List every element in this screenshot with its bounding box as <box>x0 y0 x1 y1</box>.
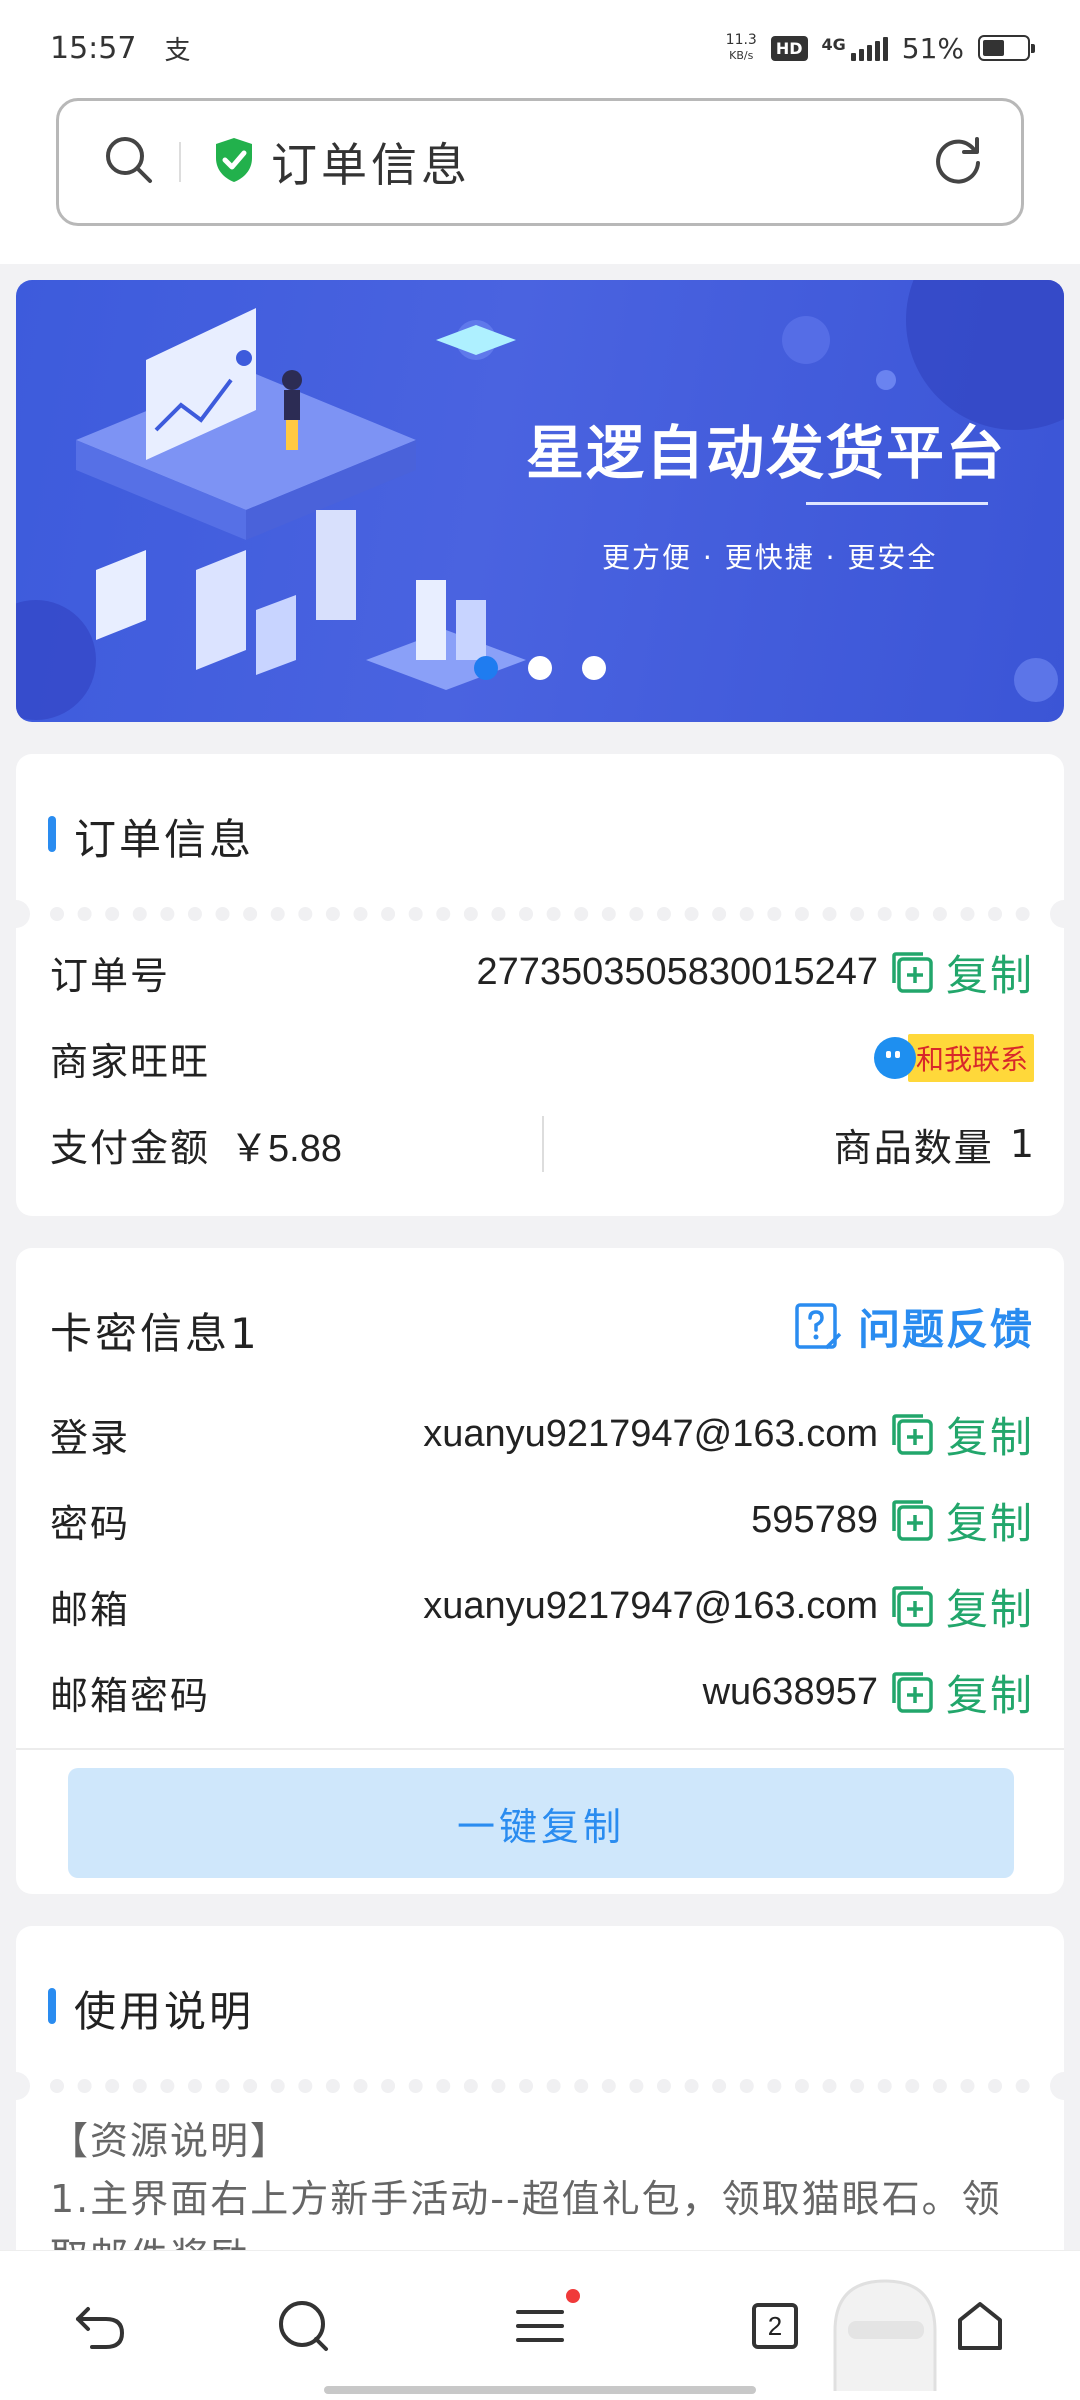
ticket-notch-left <box>2 900 30 928</box>
back-button[interactable] <box>50 2251 150 2400</box>
usage-line: 1.主界面右上方新手活动--超值礼包，领取猫眼石。领 <box>50 2177 1002 2221</box>
card-secret-card: 卡密信息1 问题反馈 登录 xuanyu9217947@163.com 复制 密… <box>16 1248 1064 1894</box>
carousel-dot-3[interactable] <box>582 656 606 680</box>
promo-banner[interactable]: 星逻自动发货平台 更方便 · 更快捷 · 更安全 <box>16 280 1064 722</box>
signal-icon: 4G <box>822 35 888 61</box>
copy-login-button[interactable]: 复制 <box>890 1404 1034 1465</box>
battery-percent: 51% <box>901 31 964 65</box>
dotted-divider <box>50 907 1030 921</box>
ticket-notch-right <box>1050 2072 1078 2100</box>
password-row: 密码 595789 复制 <box>50 1490 1034 1550</box>
contact-label: 和我联系 <box>907 1034 1034 1082</box>
card-secret-title: 卡密信息1 <box>50 1309 260 1358</box>
menu-button[interactable] <box>490 2251 590 2400</box>
email-password-value: wu638957 <box>702 1670 878 1713</box>
copy-icon <box>892 1672 933 1713</box>
hd-icon: HD <box>770 35 808 61</box>
pay-value: ￥5.88 <box>230 1127 342 1170</box>
password-label: 密码 <box>50 1501 131 1546</box>
order-number-row: 订单号 2773503505830015247 复制 <box>50 942 1034 1002</box>
copy-password-button[interactable]: 复制 <box>890 1490 1034 1551</box>
tabs-icon: 2 <box>752 2303 798 2349</box>
banner-subtitle: 更方便 · 更快捷 · 更安全 <box>602 541 938 574</box>
usage-line: 【资源说明】 <box>50 2119 291 2163</box>
ticket-notch-right <box>1050 900 1078 928</box>
copy-icon <box>892 1586 933 1627</box>
copy-icon <box>892 1500 933 1541</box>
merchant-label: 商家旺旺 <box>50 1039 211 1084</box>
home-button[interactable] <box>930 2251 1030 2400</box>
carousel-dot-1[interactable] <box>474 656 498 680</box>
password-value: 595789 <box>751 1498 878 1541</box>
url-bar-area: 订单信息 <box>0 96 1080 264</box>
menu-badge-dot <box>566 2289 580 2303</box>
order-number-value: 2773503505830015247 <box>476 950 878 993</box>
usage-card: 使用说明 【资源说明】 1.主界面右上方新手活动--超值礼包，领取猫眼石。领 取… <box>2 1926 1078 2279</box>
order-info-title: 订单信息 <box>74 815 255 864</box>
merchant-row: 商家旺旺 和我联系 <box>50 1028 1034 1088</box>
section-accent-bar <box>48 1988 56 2024</box>
back-icon <box>76 2307 125 2349</box>
search-icon[interactable] <box>103 134 155 190</box>
copy-email-button[interactable]: 复制 <box>890 1576 1034 1637</box>
section-accent-bar <box>48 816 56 852</box>
contact-merchant-button[interactable]: 和我联系 <box>873 1034 1034 1082</box>
carousel-dot-2[interactable] <box>528 656 552 680</box>
email-value: xuanyu9217947@163.com <box>423 1584 878 1627</box>
login-label: 登录 <box>50 1415 131 1460</box>
payment-divider <box>542 1116 544 1172</box>
login-row: 登录 xuanyu9217947@163.com 复制 <box>50 1404 1034 1464</box>
net-speed: 11.3 KB/s <box>725 32 757 63</box>
ticket-notch-left <box>2 2072 30 2100</box>
status-time: 15:57 <box>50 30 137 66</box>
quantity-value: 1 <box>1009 1122 1034 1166</box>
copy-email-password-button[interactable]: 复制 <box>890 1662 1034 1723</box>
email-password-row: 邮箱密码 wu638957 复制 <box>50 1662 1034 1722</box>
banner-title: 星逻自动发货平台 <box>526 419 1007 487</box>
url-divider <box>179 142 181 182</box>
shield-check-icon <box>213 136 255 188</box>
refresh-icon[interactable] <box>931 133 985 191</box>
feedback-icon <box>795 1302 842 1349</box>
wangwang-icon <box>873 1037 916 1079</box>
card-divider <box>16 1748 1064 1750</box>
login-value: xuanyu9217947@163.com <box>423 1412 878 1455</box>
url-bar[interactable]: 订单信息 <box>56 98 1024 226</box>
feedback-button[interactable]: 问题反馈 <box>794 1296 1034 1357</box>
order-number-label: 订单号 <box>50 953 171 998</box>
home-indicator[interactable] <box>324 2386 756 2394</box>
order-info-card: 订单信息 订单号 2773503505830015247 复制 商家旺旺 和我联… <box>2 754 1078 1216</box>
copy-icon <box>892 1414 933 1455</box>
menu-icon <box>516 2310 564 2342</box>
email-row: 邮箱 xuanyu9217947@163.com 复制 <box>50 1576 1034 1636</box>
quantity-label: 商品数量 <box>833 1125 994 1170</box>
search-nav-button[interactable] <box>254 2251 354 2400</box>
home-icon <box>958 2302 1002 2350</box>
pay-label: 支付金额 <box>50 1125 211 1170</box>
usage-title: 使用说明 <box>74 1987 255 2036</box>
battery-icon <box>978 35 1035 61</box>
copy-order-number-button[interactable]: 复制 <box>890 942 1034 1003</box>
copy-all-button[interactable]: 一键复制 <box>68 1768 1014 1878</box>
email-label: 邮箱 <box>50 1587 131 1632</box>
bottom-navigation: 2 <box>0 2250 1080 2400</box>
banner-divider <box>806 502 988 505</box>
email-password-label: 邮箱密码 <box>50 1673 211 1718</box>
copy-icon <box>892 952 933 993</box>
alipay-notification-icon: 支 <box>164 35 191 66</box>
dotted-divider <box>50 2079 1030 2093</box>
search-icon <box>279 2301 328 2351</box>
status-bar: 15:57 支 11.3 KB/s HD 4G 51% <box>0 0 1080 96</box>
page-title[interactable]: 订单信息 <box>271 129 931 195</box>
tabs-button[interactable]: 2 <box>725 2251 825 2400</box>
